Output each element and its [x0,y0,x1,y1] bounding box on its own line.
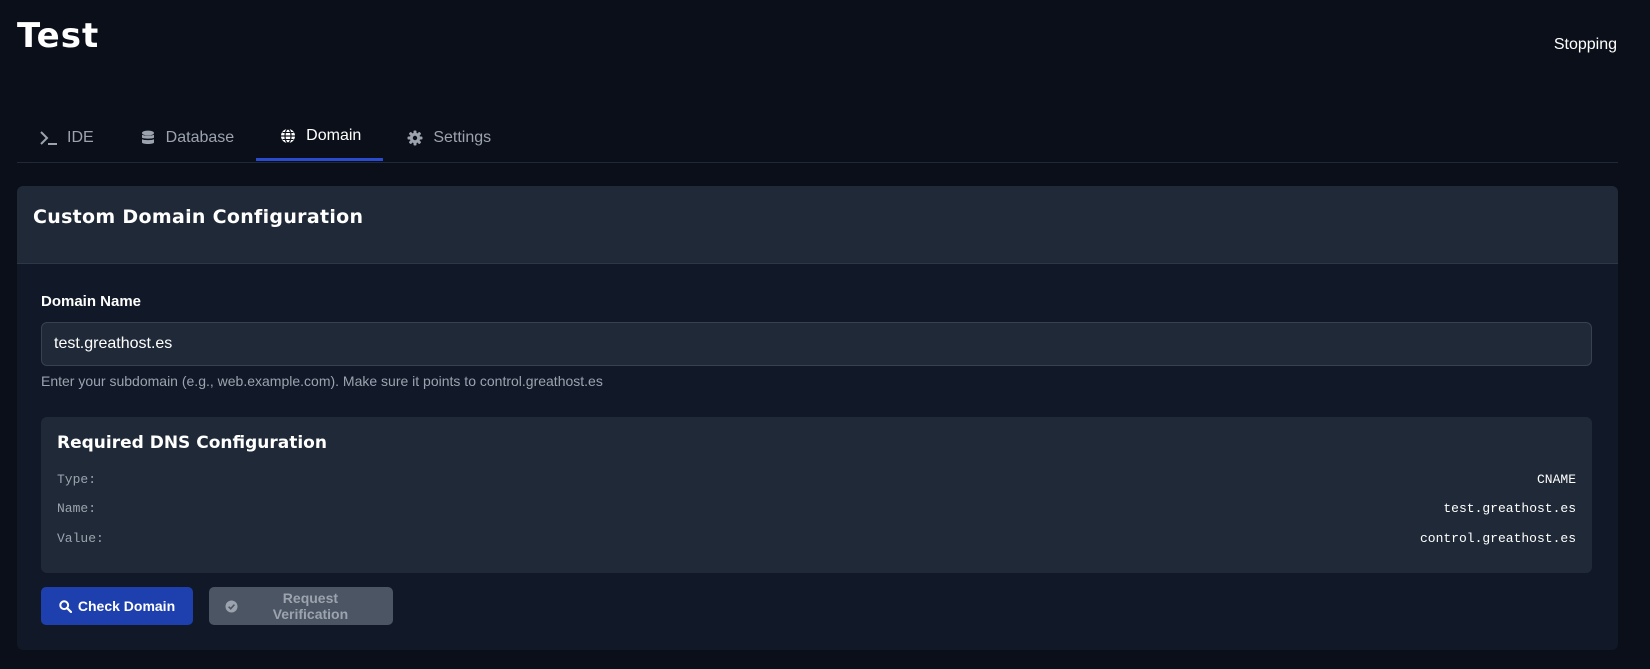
request-verification-button[interactable]: Request Verification [209,587,393,625]
status-indicator: Stopping [1553,36,1617,53]
dns-key: Name: [57,501,97,516]
tab-ide[interactable]: IDE [17,114,116,161]
database-icon [138,128,158,148]
request-verification-label: Request Verification [272,590,349,622]
terminal-icon [39,128,59,148]
domain-config-card: Custom Domain Configuration Domain Name … [17,186,1618,650]
check-domain-label: Check Domain [77,598,176,614]
tab-ide-label: IDE [67,128,94,146]
dns-row-type: Type: CNAME [57,472,1576,492]
tab-domain[interactable]: Domain [256,114,384,161]
tab-domain-label: Domain [306,127,362,144]
domain-name-label: Domain Name [41,293,142,310]
domain-help-text: Enter your subdomain (e.g., web.example.… [41,373,603,389]
card-header: Custom Domain Configuration [17,186,1618,264]
tab-bar: IDE Database Domain Settings [17,114,1618,163]
dns-value: test.greathost.es [1443,501,1576,516]
dns-config-panel: Required DNS Configuration Type: CNAME N… [41,417,1592,573]
page-title: Test [17,16,100,56]
tab-settings-label: Settings [433,128,492,146]
dns-value: control.greathost.es [1419,531,1576,546]
dns-value: CNAME [1536,472,1576,487]
check-domain-button[interactable]: Check Domain [41,587,193,625]
globe-icon [278,126,298,146]
check-circle-icon [225,599,239,613]
dns-key: Type: [57,472,97,487]
dns-row-name: Name: test.greathost.es [57,501,1576,521]
tab-database-label: Database [165,128,235,146]
dns-key: Value: [57,531,104,546]
tab-settings[interactable]: Settings [383,114,513,161]
domain-name-input[interactable] [41,322,1592,366]
dns-config-title: Required DNS Configuration [57,433,327,453]
dns-row-value: Value: control.greathost.es [57,531,1576,551]
search-icon [59,599,73,613]
page: Test Stopping IDE Database Domain Settin… [0,0,1650,669]
tab-database[interactable]: Database [116,114,257,161]
gear-icon [405,128,425,148]
card-title: Custom Domain Configuration [33,205,364,228]
